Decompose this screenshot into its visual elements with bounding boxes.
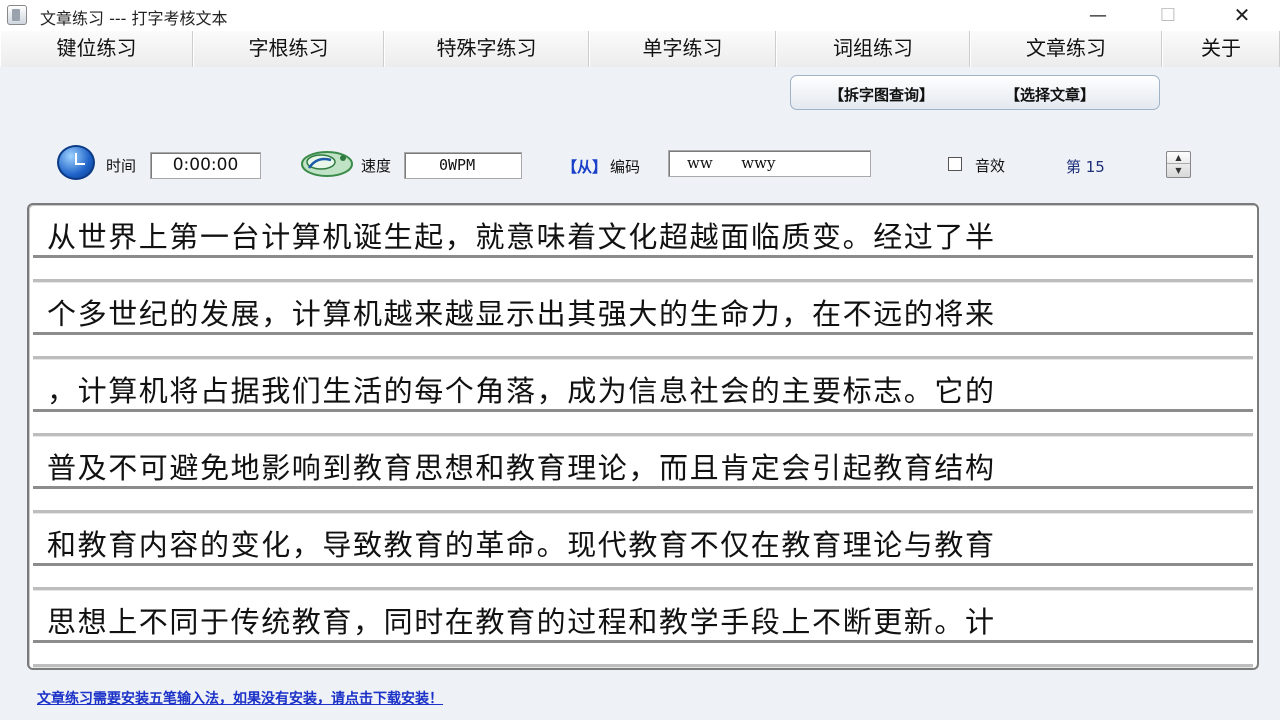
mouse-icon (301, 151, 353, 177)
article-line-text: 个多世纪的发展，计算机越来越显示出其强大的生命力，在不远的将来 (47, 297, 996, 331)
tab-article-practice[interactable]: 文章练习 (970, 31, 1162, 67)
app-icon[interactable] (7, 5, 27, 25)
maximize-icon[interactable]: ☐ (1145, 0, 1191, 31)
article-line: ，计算机将占据我们生活的每个角落，成为信息社会的主要标志。它的 (33, 359, 1253, 436)
spinner-up-icon[interactable]: ▲ (1167, 152, 1190, 164)
article-line: 个多世纪的发展，计算机越来越显示出其强大的生命力，在不远的将来 (33, 282, 1253, 359)
speed-display: 0WPM (404, 152, 522, 179)
article-line-text: 从世界上第一台计算机诞生起，就意味着文化超越面临质变。经过了半 (47, 220, 996, 254)
sound-effect-checkbox[interactable] (948, 157, 962, 171)
tab-radical-practice[interactable]: 字根练习 (193, 31, 384, 67)
article-line-text: 普及不可避免地影响到教育思想和教育理论，而且肯定会引起教育结构 (47, 451, 996, 485)
tab-special-char-practice[interactable]: 特殊字练习 (384, 31, 589, 67)
article-line: 普及不可避免地影响到教育思想和教育理论，而且肯定会引起教育结构 (33, 436, 1253, 513)
typing-input[interactable] (33, 486, 1253, 513)
menu-bar: 键位练习 字根练习 特殊字练习 单字练习 词组练习 文章练习 关于 (0, 31, 1280, 67)
window-title: 文章练习 --- 打字考核文本 (40, 9, 228, 28)
typing-input[interactable] (33, 255, 1253, 282)
title-bar: 文章练习 --- 打字考核文本 — ☐ ✕ (0, 0, 1280, 31)
speed-label: 速度 (361, 157, 392, 175)
current-char-tag: 【从】 (562, 158, 608, 176)
typing-input[interactable] (33, 563, 1253, 590)
minimize-icon[interactable]: — (1075, 0, 1121, 31)
install-wubi-link[interactable]: 文章练习需要安装五笔输入法，如果没有安装，请点击下载安装！ (37, 688, 443, 708)
code-label: 编码 (610, 158, 641, 176)
tab-single-char-practice[interactable]: 单字练习 (589, 31, 776, 67)
article-line-text: ，计算机将占据我们生活的每个角落，成为信息社会的主要标志。它的 (47, 374, 996, 408)
page-number: 第 15 (1066, 158, 1105, 176)
typing-input[interactable] (33, 409, 1253, 436)
typing-input[interactable] (33, 332, 1253, 359)
clock-icon (57, 145, 95, 180)
time-display: 0:00:00 (150, 152, 261, 179)
split-char-lookup-button[interactable]: 【拆字图查询】 (829, 84, 934, 105)
tab-key-position-practice[interactable]: 键位练习 (0, 31, 193, 67)
article-line-text: 和教育内容的变化，导致教育的革命。现代教育不仅在教育理论与教育 (47, 528, 996, 562)
select-article-button[interactable]: 【选择文章】 (1005, 84, 1095, 105)
article-subpanel: 【拆字图查询】 【选择文章】 (790, 75, 1160, 110)
spinner-down-icon[interactable]: ▼ (1167, 165, 1190, 177)
article-text-panel: 从世界上第一台计算机诞生起，就意味着文化超越面临质变。经过了半 个多世纪的发展，… (27, 203, 1259, 670)
article-line: 思想上不同于传统教育，同时在教育的过程和教学手段上不断更新。计 (33, 590, 1253, 667)
time-label: 时间 (106, 157, 137, 175)
article-line: 和教育内容的变化，导致教育的革命。现代教育不仅在教育理论与教育 (33, 513, 1253, 590)
article-line: 从世界上第一台计算机诞生起，就意味着文化超越面临质变。经过了半 (33, 205, 1253, 282)
tab-about[interactable]: 关于 (1162, 31, 1280, 67)
sound-effect-label[interactable]: 音效 (975, 155, 1005, 176)
typing-input[interactable] (33, 640, 1253, 667)
code-display: ww wwy (668, 150, 871, 177)
page-spinner[interactable]: ▲ ▼ (1166, 151, 1191, 178)
article-line-text: 思想上不同于传统教育，同时在教育的过程和教学手段上不断更新。计 (47, 605, 996, 639)
tab-phrase-practice[interactable]: 词组练习 (776, 31, 970, 67)
close-icon[interactable]: ✕ (1219, 0, 1265, 31)
